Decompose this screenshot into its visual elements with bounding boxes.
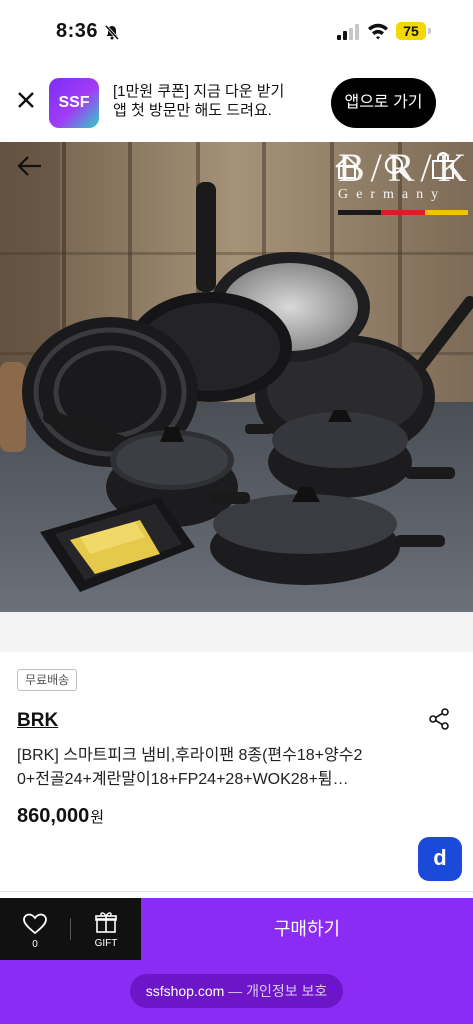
product-title-line1: [BRK] 스마트피크 냄비,후라이팬 8종(편수18+양수2: [17, 747, 363, 764]
home-icon[interactable]: [334, 154, 360, 180]
app-download-banner: SSF [1만원 쿠폰] 지금 다운 받기 앱 첫 방문만 해도 드려요. 앱으…: [0, 62, 473, 142]
product-title-line2: 0+전골24+계란말이18+FP24+28+WOK28+튐…: [17, 771, 349, 788]
url-domain: ssfshop.com: [145, 983, 225, 999]
ssf-logo: SSF: [49, 78, 99, 128]
product-image[interactable]: B/R/K Germany: [0, 142, 473, 612]
close-icon[interactable]: [16, 90, 36, 110]
action-icons-panel: 0 GIFT: [0, 898, 141, 960]
banner-message-line2: 앱 첫 방문만 해도 드려요.: [113, 102, 272, 119]
brand-link[interactable]: BRK: [17, 710, 58, 732]
cellular-signal-icon: [337, 24, 359, 40]
german-flag-stripe: [338, 210, 468, 215]
product-page: 8:36 75 SSF [1만원 쿠폰] 지금 다운 받기 앱 첫 방문만 해도…: [0, 0, 473, 1024]
share-icon[interactable]: [428, 708, 450, 730]
price-currency: 원: [90, 809, 105, 826]
gift-icon[interactable]: [94, 910, 118, 934]
status-time: 8:36: [56, 20, 99, 42]
like-count: 0: [32, 939, 38, 950]
icon-separator: [70, 918, 71, 940]
free-shipping-badge: 무료배송: [17, 669, 78, 691]
privacy-label: — 개인정보 보호: [228, 983, 328, 999]
wifi-icon: [368, 23, 388, 40]
image-bottom-gap: [0, 612, 473, 652]
battery-level: 75: [396, 22, 426, 40]
open-app-button[interactable]: 앱으로 가기: [331, 78, 436, 128]
back-arrow-icon[interactable]: [16, 154, 44, 178]
search-icon[interactable]: [383, 154, 409, 180]
battery-tip: [428, 28, 431, 34]
divider: [0, 891, 473, 892]
banner-message-line1: [1만원 쿠폰] 지금 다운 받기: [113, 83, 285, 100]
floating-d-button[interactable]: d: [418, 837, 462, 881]
buy-button[interactable]: 구매하기: [141, 898, 473, 960]
price-value: 860,000: [17, 805, 90, 827]
gift-label: GIFT: [94, 938, 118, 949]
url-pill[interactable]: ssfshop.com — 개인정보 보호: [130, 974, 343, 1008]
bottom-action-bar: 0 GIFT 구매하기: [0, 898, 473, 960]
shopping-bag-icon[interactable]: [430, 152, 456, 180]
product-price: 860,000원: [17, 805, 104, 828]
banner-message: [1만원 쿠폰] 지금 다운 받기 앱 첫 방문만 해도 드려요.: [113, 82, 313, 120]
bell-muted-icon: [104, 24, 120, 40]
product-title: [BRK] 스마트피크 냄비,후라이팬 8종(편수18+양수2 0+전골24+계…: [17, 744, 385, 792]
status-bar: 8:36 75: [0, 0, 473, 62]
heart-icon[interactable]: [22, 912, 48, 936]
browser-bar: ssfshop.com — 개인정보 보호: [0, 960, 473, 1024]
